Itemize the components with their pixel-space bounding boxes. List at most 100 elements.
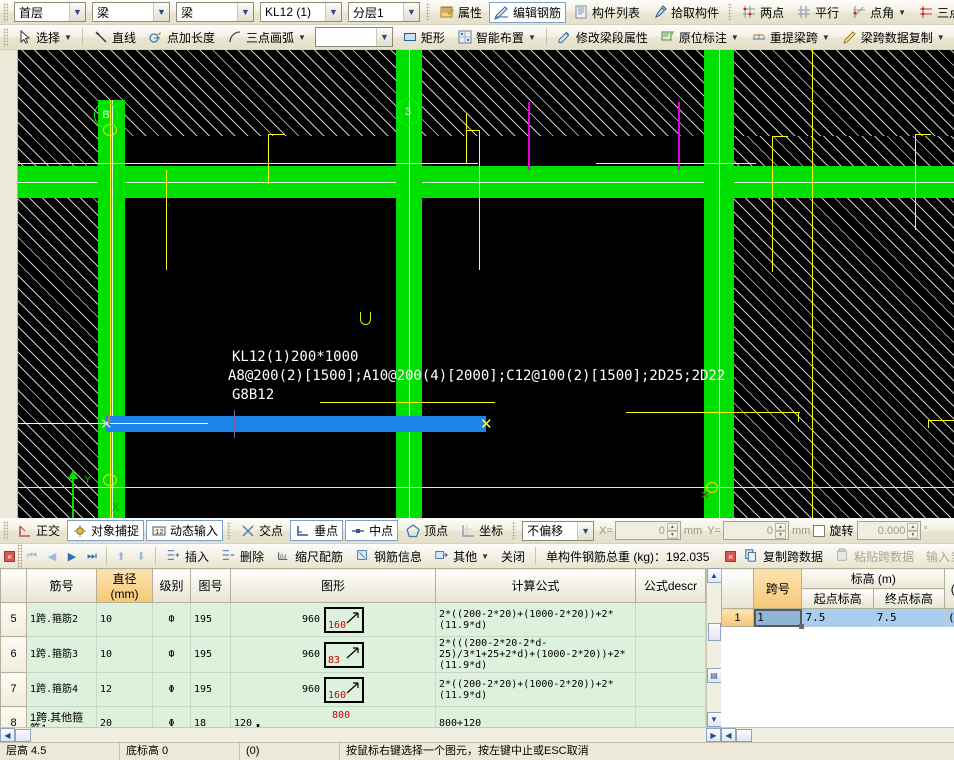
table-row[interactable]: 1 1 7.5 7.5 (0 bbox=[722, 609, 954, 627]
scroll-down-icon[interactable]: ▼ bbox=[707, 712, 722, 727]
chevron-down-icon[interactable]: ▼ bbox=[153, 3, 169, 21]
coordinate-snap-toggle[interactable]: 坐标 bbox=[455, 520, 508, 541]
cell-formula[interactable]: 2*(((200-2*20-2*d-25)/3*1+25+2*d)+(1000-… bbox=[436, 637, 636, 673]
chevron-down-icon[interactable]: ▼ bbox=[731, 33, 739, 42]
table-row[interactable]: 6 1跨.箍筋3 10 Ф 195 960 bbox=[1, 637, 706, 673]
cell-shape[interactable]: 120 800 bbox=[231, 707, 436, 728]
chevron-down-icon[interactable]: ▼ bbox=[64, 33, 72, 42]
close-icon[interactable]: × bbox=[725, 551, 736, 562]
ortho-toggle[interactable]: 正交 bbox=[12, 520, 65, 541]
close-icon[interactable]: × bbox=[4, 551, 15, 562]
table-row[interactable]: 8 1跨.其他箍筋1 20 Φ 18 120 bbox=[1, 707, 706, 728]
others-button[interactable]: 其他 ▼ bbox=[429, 546, 494, 567]
cell-formula[interactable]: 2*((200-2*20)+(1000-2*20))+2*(11.9*d) bbox=[436, 673, 636, 707]
move-down-button[interactable]: ⬇ bbox=[131, 550, 151, 563]
offset-x-stepper[interactable]: ▲▼ bbox=[667, 523, 678, 538]
col-formula-desc[interactable]: 公式descr bbox=[636, 569, 706, 603]
modify-beam-segment-button[interactable]: 修改梁段属性 bbox=[552, 27, 653, 48]
cell-diameter[interactable]: 12 bbox=[97, 673, 153, 707]
combo-draw-mode[interactable]: ▼ bbox=[315, 27, 393, 47]
insert-row-button[interactable]: 插入 bbox=[161, 546, 214, 567]
rebar-grid-horizontal-scrollbar[interactable]: ◀ ▶ bbox=[0, 727, 721, 742]
combo-component-name[interactable]: KL12 (1) ▼ bbox=[260, 2, 342, 22]
offset-x-input[interactable]: 0 ▲▼ bbox=[615, 521, 681, 540]
parallel-button[interactable]: 平行 bbox=[791, 2, 844, 23]
cell-rebar-no[interactable]: 1跨.箍筋4 bbox=[27, 673, 97, 707]
rectangle-button[interactable]: 矩形 bbox=[397, 27, 450, 48]
cell-shape[interactable]: 960 160 bbox=[231, 673, 436, 707]
cell-grade[interactable]: Φ bbox=[153, 673, 191, 707]
scroll-left-icon[interactable]: ◀ bbox=[721, 728, 736, 742]
cell-extra[interactable]: (0 bbox=[945, 609, 954, 627]
select-button[interactable]: 选择 ▼ bbox=[12, 27, 77, 48]
cell-formula-desc[interactable] bbox=[636, 637, 706, 673]
col-end-elev[interactable]: 终点标高 bbox=[873, 589, 944, 609]
hscroll-thumb[interactable] bbox=[736, 729, 752, 742]
col-diameter[interactable]: 直径 (mm) bbox=[97, 569, 153, 603]
offset-y-stepper[interactable]: ▲▼ bbox=[775, 523, 786, 538]
rebar-info-button[interactable]: 钢筋信息 bbox=[350, 546, 427, 567]
cell-formula[interactable]: 800+120 bbox=[436, 707, 636, 728]
selected-beam[interactable] bbox=[106, 416, 486, 432]
scroll-page-icon[interactable]: ▤ bbox=[707, 668, 722, 683]
re-extract-beam-span-button[interactable]: 重提梁跨 ▼ bbox=[746, 27, 835, 48]
cell-start-elev[interactable]: 7.5 bbox=[802, 609, 873, 627]
scroll-right-icon[interactable]: ▶ bbox=[706, 728, 721, 742]
col-rebar-no[interactable]: 筋号 bbox=[27, 569, 97, 603]
toolbar-grip[interactable] bbox=[3, 28, 8, 47]
chevron-down-icon[interactable]: ▼ bbox=[822, 33, 830, 42]
midpoint-snap-toggle[interactable]: 中点 bbox=[345, 520, 398, 541]
combo-component-type[interactable]: 梁 ▼ bbox=[176, 2, 254, 22]
cell-rebar-no[interactable]: 1跨.箍筋2 bbox=[27, 603, 97, 637]
scale-rebar-button[interactable]: 缩尺配筋 bbox=[271, 546, 348, 567]
col-formula[interactable]: 计算公式 bbox=[436, 569, 636, 603]
span-grid-horizontal-scrollbar[interactable]: ◀ bbox=[721, 727, 954, 742]
cell-rebar-no[interactable]: 1跨.箍筋3 bbox=[27, 637, 97, 673]
chevron-down-icon[interactable]: ▼ bbox=[376, 28, 392, 46]
cell-formula[interactable]: 2*((200-2*20)+(1000-2*20))+2*(11.9*d) bbox=[436, 603, 636, 637]
cell-diameter[interactable]: 10 bbox=[97, 637, 153, 673]
cell-grade[interactable]: Φ bbox=[153, 707, 191, 728]
rotate-input[interactable]: 0.000 ▲▼ bbox=[857, 521, 921, 540]
chevron-down-icon[interactable]: ▼ bbox=[481, 552, 489, 561]
beam-span-data-copy-button[interactable]: 梁跨数据复制 ▼ bbox=[837, 27, 950, 48]
table-row[interactable]: 5 1跨.箍筋2 10 Ф 195 960 bbox=[1, 603, 706, 637]
col-grade[interactable]: 级别 bbox=[153, 569, 191, 603]
cell-span-no[interactable]: 1 bbox=[754, 609, 802, 627]
close-button[interactable]: 关闭 bbox=[496, 546, 530, 567]
point-add-length-button[interactable]: 点加长度 bbox=[143, 27, 220, 48]
chevron-down-icon[interactable]: ▼ bbox=[937, 33, 945, 42]
edit-rebar-button[interactable]: 编辑钢筋 bbox=[489, 2, 566, 23]
cell-shape[interactable]: 960 160 bbox=[231, 603, 436, 637]
input-current-button[interactable]: 输入当 bbox=[921, 546, 954, 567]
chevron-down-icon[interactable]: ▼ bbox=[69, 3, 85, 21]
statusbar-grip[interactable] bbox=[3, 521, 8, 540]
smart-layout-button[interactable]: 智能布置 ▼ bbox=[452, 27, 541, 48]
span-grid-area[interactable]: 跨号 标高 (m) (0 起点标高 终点标高 1 bbox=[721, 568, 954, 727]
pick-component-button[interactable]: 拾取构件 bbox=[647, 2, 724, 23]
line-button[interactable]: 直线 bbox=[88, 27, 141, 48]
cell-end-elev[interactable]: 7.5 bbox=[873, 609, 944, 627]
three-point-arc-button[interactable]: 三点画弧 ▼ bbox=[222, 27, 311, 48]
cell-formula-desc[interactable] bbox=[636, 707, 706, 728]
next-record-button[interactable]: ▶ bbox=[62, 550, 82, 563]
rotate-checkbox[interactable] bbox=[813, 525, 825, 537]
chevron-down-icon[interactable]: ▼ bbox=[898, 8, 906, 17]
cell-grade[interactable]: Ф bbox=[153, 603, 191, 637]
axis-marker-b-top[interactable]: B bbox=[94, 102, 118, 128]
combo-component-category[interactable]: 梁 ▼ bbox=[92, 2, 170, 22]
cell-shape-no[interactable]: 195 bbox=[191, 603, 231, 637]
properties-button[interactable]: 属性 bbox=[434, 2, 487, 23]
copy-span-data-button[interactable]: 复制跨数据 bbox=[739, 546, 828, 567]
first-record-button[interactable]: ⏮ bbox=[22, 550, 42, 563]
col-rowno[interactable] bbox=[1, 569, 27, 603]
cell-formula-desc[interactable] bbox=[636, 603, 706, 637]
rotate-stepper[interactable]: ▲▼ bbox=[907, 523, 918, 538]
last-record-button[interactable]: ⏭ bbox=[82, 550, 102, 563]
drawing-canvas[interactable]: ✕ ✕ ✕ KL12(1)200*1000 A8@200(2)[1500];A1… bbox=[0, 50, 954, 518]
chevron-down-icon[interactable]: ▼ bbox=[577, 522, 593, 540]
delete-row-button[interactable]: 删除 bbox=[216, 546, 269, 567]
combo-layer[interactable]: 分层1 ▼ bbox=[348, 2, 420, 22]
cell-grade[interactable]: Ф bbox=[153, 637, 191, 673]
component-list-button[interactable]: 构件列表 bbox=[568, 2, 645, 23]
